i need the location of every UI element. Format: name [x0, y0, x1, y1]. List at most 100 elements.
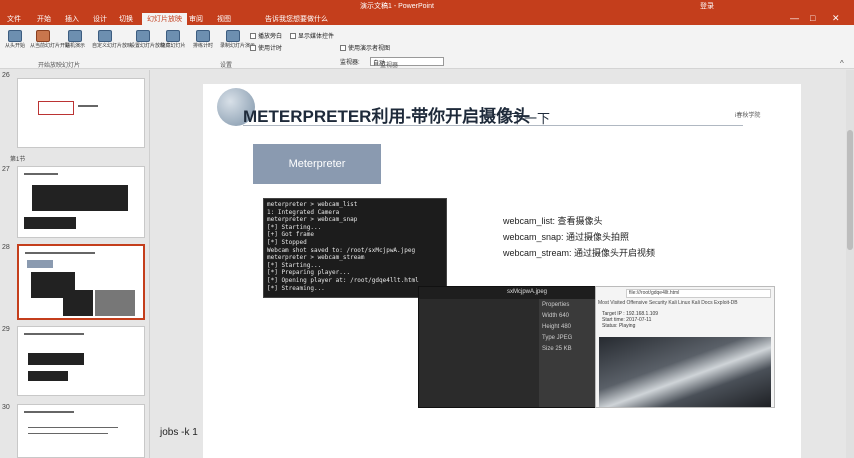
- from-current-slide-button[interactable]: 从当前幻灯片开始: [30, 28, 70, 58]
- terminal-line: [*] Preparing player...: [267, 269, 351, 277]
- slide-thumbnail-selected[interactable]: [17, 244, 145, 320]
- slide-number: 29: [2, 326, 10, 333]
- timer-icon: [196, 30, 210, 42]
- custom-slide-show-button[interactable]: 自定义幻灯片放映: [92, 28, 132, 58]
- slide-thumbnail[interactable]: [17, 78, 145, 148]
- tab-slide-show[interactable]: 幻灯片放映: [142, 13, 187, 25]
- record-icon: [226, 30, 240, 42]
- browser-url: file:///root/gdqe4llt.html: [626, 289, 771, 298]
- thumb-title: [25, 252, 95, 254]
- minimize-icon[interactable]: —: [790, 13, 799, 23]
- collapse-ribbon-icon[interactable]: ^: [840, 59, 844, 68]
- play-current-icon: [36, 30, 50, 42]
- slide-number: 26: [2, 72, 10, 79]
- slide-number: 30: [2, 404, 10, 411]
- tab-home[interactable]: 开始: [32, 13, 56, 25]
- record-slide-show-button[interactable]: 录制幻灯片演示: [220, 28, 255, 58]
- setup-slide-show-button[interactable]: 设置幻灯片放映: [130, 28, 165, 58]
- terminal-line: 1: Integrated Camera: [267, 208, 340, 216]
- terminal-screenshot[interactable]: meterpreter > webcam_list 1: Integrated …: [263, 198, 447, 298]
- thumb-line: [78, 105, 98, 107]
- play-icon: [8, 30, 22, 42]
- terminal-line: Webcam shot saved to: /root/sxMcjpwA.jpe…: [267, 246, 416, 254]
- image-properties-panel: Properties Width 640 Height 480 Type JPE…: [539, 299, 595, 407]
- terminal-line: [*] Starting...: [267, 223, 322, 231]
- rehearse-timings-button[interactable]: 排练计时: [190, 28, 216, 58]
- section-label[interactable]: 第1节: [10, 154, 25, 163]
- terminal-line: meterpreter > webcam_list: [267, 201, 358, 208]
- powerpoint-window: 演示文稿1 - PowerPoint 登录 文件 开始 插入 设计 切换 动画 …: [0, 0, 854, 458]
- tab-review[interactable]: 审阅: [184, 13, 208, 25]
- tell-me-search[interactable]: 告诉我您想要做什么: [260, 13, 333, 25]
- thumb-browser: [95, 290, 135, 316]
- thumb-title: [24, 333, 84, 335]
- ribbon-tab-row: 文件 开始 插入 设计 切换 动画 幻灯片放映 审阅 视图 告诉我您想要做什么 …: [0, 12, 854, 25]
- browser-screenshot[interactable]: file:///root/gdqe4llt.html Most Visited …: [595, 286, 775, 408]
- ribbon: 从头开始 从当前幻灯片开始 联机演示 自定义幻灯片放映 设置幻灯片放映 隐藏幻灯…: [0, 25, 854, 69]
- meterpreter-box[interactable]: Meterpreter: [253, 144, 381, 184]
- thumb-title: [24, 173, 58, 175]
- hide-slide-button[interactable]: 隐藏幻灯片: [160, 28, 186, 58]
- brand-logo-text: i春秋学院: [735, 113, 761, 119]
- terminal-line: [*] Starting...: [267, 261, 322, 269]
- present-online-button[interactable]: 联机演示: [62, 28, 88, 58]
- slide[interactable]: METERPRETER利用-带你开启摄像头 下一下 i春秋学院 Meterpre…: [203, 84, 801, 458]
- window-title: 演示文稿1 - PowerPoint: [360, 3, 434, 10]
- use-presenter-view-checkbox[interactable]: 使用演示者视图: [340, 43, 390, 52]
- play-narrations-checkbox[interactable]: 播放旁白: [250, 31, 282, 40]
- image-viewer-title: sxMcjpwA.jpeg: [419, 287, 596, 299]
- slide-editor[interactable]: METERPRETER利用-带你开启摄像头 下一下 i春秋学院 Meterpre…: [151, 70, 854, 458]
- image-viewer-screenshot[interactable]: sxMcjpwA.jpeg Properties Width 640 Heigh…: [418, 286, 596, 408]
- tab-file[interactable]: 文件: [2, 13, 26, 25]
- thumb-terminal: [24, 217, 76, 229]
- command-overlay: jobs -k 1: [160, 427, 198, 438]
- thumb-text: [28, 427, 118, 428]
- desc-webcam-list[interactable]: webcam_list: 查看摄像头: [503, 214, 603, 227]
- thumb-terminal: [28, 353, 84, 365]
- terminal-line: meterpreter > webcam_snap: [267, 216, 358, 224]
- custom-show-icon: [98, 30, 112, 42]
- thumb-text: [28, 433, 108, 434]
- maximize-icon[interactable]: □: [810, 13, 815, 23]
- tab-view[interactable]: 视图: [212, 13, 236, 25]
- vertical-scrollbar[interactable]: [846, 70, 854, 458]
- title-rule: [243, 125, 743, 126]
- tab-insert[interactable]: 插入: [60, 13, 84, 25]
- use-timings-checkbox[interactable]: 使用计时: [250, 43, 282, 52]
- slide-thumbnail[interactable]: [17, 166, 145, 238]
- scrollbar-thumb[interactable]: [847, 130, 853, 250]
- close-icon[interactable]: ✕: [832, 13, 840, 24]
- stream-info: Target IP : 192.168.1.109 Start time: 20…: [602, 311, 659, 329]
- setup-icon: [136, 30, 150, 42]
- terminal-line: meterpreter > webcam_stream: [267, 254, 365, 262]
- from-beginning-button[interactable]: 从头开始: [2, 28, 28, 58]
- group-label-setup: 设置: [220, 63, 233, 69]
- terminal-line: [+] Got frame: [267, 231, 314, 239]
- slide-thumbnail[interactable]: [17, 326, 145, 396]
- present-online-icon: [68, 30, 82, 42]
- desc-webcam-snap[interactable]: webcam_snap: 通过摄像头拍照: [503, 230, 629, 243]
- group-label-start: 开始放映幻灯片: [38, 63, 81, 69]
- show-media-controls-checkbox[interactable]: 显示媒体控件: [290, 31, 334, 40]
- slide-number: 28: [2, 244, 10, 251]
- hide-slide-icon: [166, 30, 180, 42]
- title-bar: 演示文稿1 - PowerPoint 登录: [0, 0, 854, 12]
- thumb-shape: [38, 101, 74, 115]
- group-label-monitors: 监视器: [380, 63, 399, 69]
- thumb-terminal: [32, 185, 128, 211]
- thumb-image: [63, 290, 93, 316]
- user-login[interactable]: 登录: [700, 1, 714, 11]
- slide-number: 27: [2, 166, 10, 173]
- thumb-terminal: [28, 371, 68, 381]
- slide-title[interactable]: METERPRETER利用-带你开启摄像头: [243, 102, 530, 127]
- thumb-box: [27, 260, 53, 268]
- tab-design[interactable]: 设计: [88, 13, 112, 25]
- slide-thumbnail[interactable]: [17, 404, 145, 458]
- desc-webcam-stream[interactable]: webcam_stream: 通过摄像头开启视频: [503, 246, 655, 259]
- browser-bookmarks: Most Visited Offensive Security Kali Lin…: [598, 300, 738, 306]
- slide-thumbnail-panel[interactable]: 26 第1节 27 28 29 30: [0, 70, 150, 458]
- thumb-title: [24, 411, 74, 413]
- terminal-line: [*] Streaming...: [267, 284, 325, 292]
- tab-transitions[interactable]: 切换: [114, 13, 138, 25]
- terminal-line: [*] Opening player at: /root/gdqe4llt.ht…: [267, 276, 419, 284]
